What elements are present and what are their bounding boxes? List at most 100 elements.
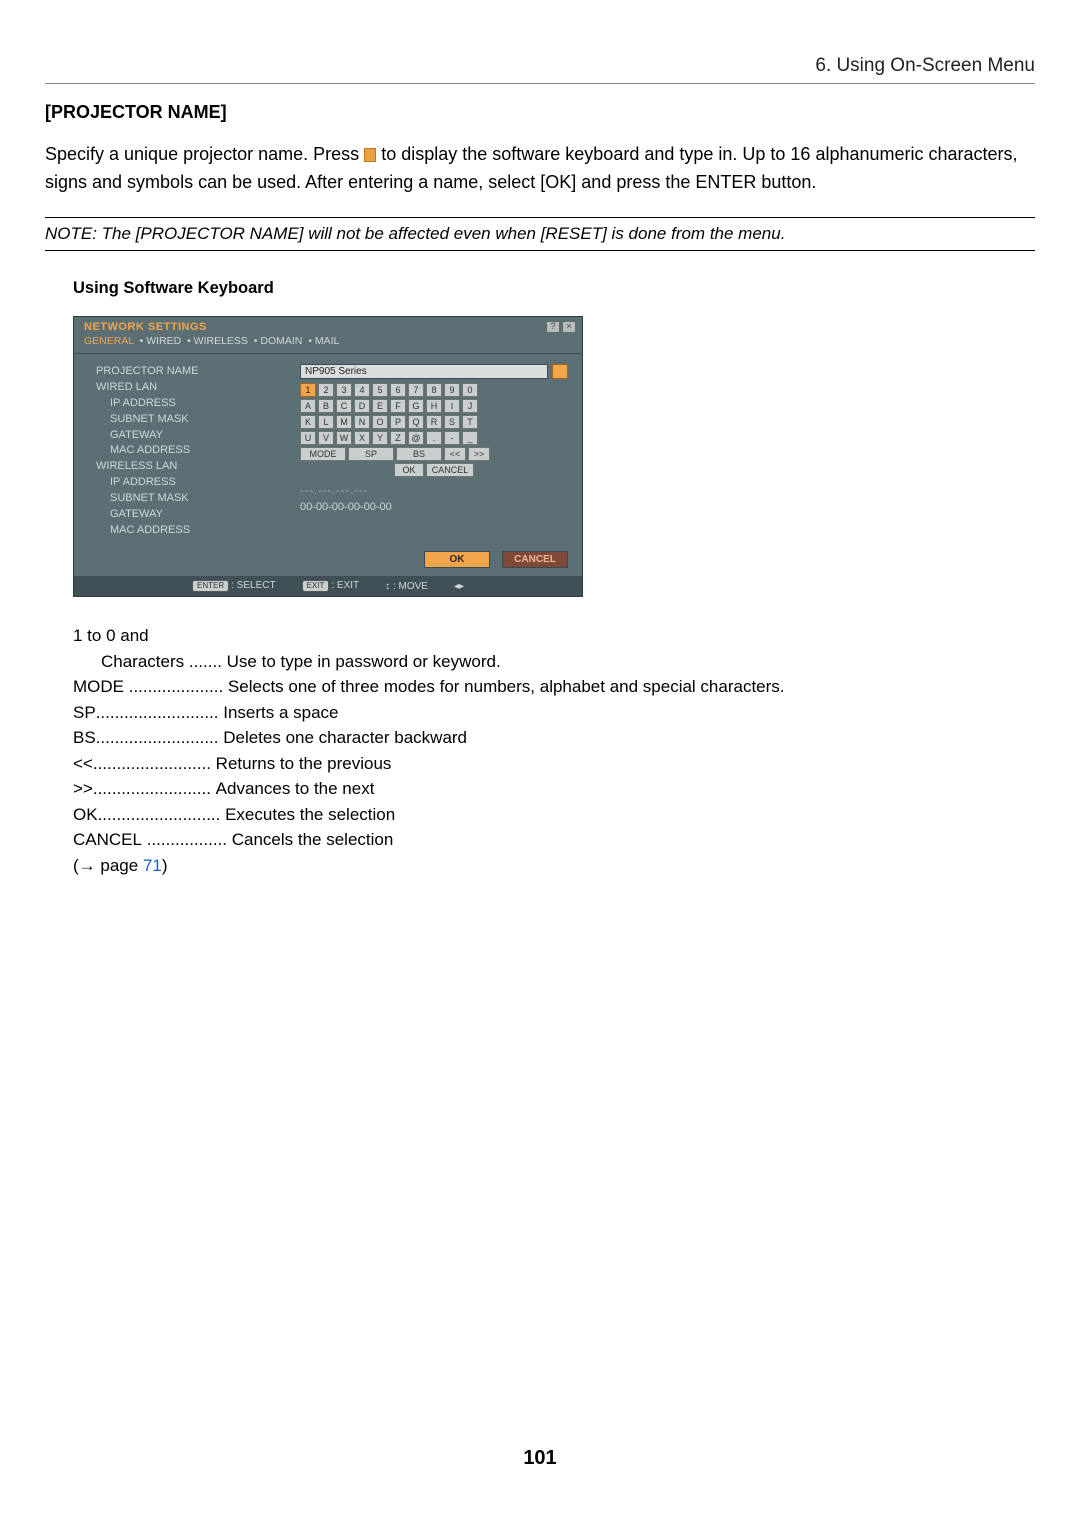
- definitions-list: 1 to 0 and Characters ....... Use to typ…: [73, 623, 1035, 878]
- key-s[interactable]: S: [444, 415, 460, 429]
- key-5[interactable]: 5: [372, 383, 388, 397]
- note-block: NOTE: The [PROJECTOR NAME] will not be a…: [45, 217, 1035, 251]
- subsection-title: Using Software Keyboard: [73, 279, 1035, 298]
- key-cancel[interactable]: CANCEL: [426, 463, 474, 477]
- key-g[interactable]: G: [408, 399, 424, 413]
- key-y[interactable]: Y: [372, 431, 388, 445]
- tab-mail[interactable]: MAIL: [315, 335, 340, 347]
- mac-value: 00-00-00-00-00-00: [300, 501, 568, 513]
- page-number: 101: [0, 1447, 1080, 1470]
- status-exit: : EXIT: [331, 580, 359, 591]
- def-sp-term: SP: [73, 700, 96, 726]
- key-1[interactable]: 1: [300, 383, 316, 397]
- key-p[interactable]: P: [390, 415, 406, 429]
- osd-tabs: GENERAL • WIRED • WIRELESS • DOMAIN • MA…: [74, 333, 582, 354]
- pageref-suffix: ): [162, 856, 168, 875]
- label-ip-address-2: IP ADDRESS: [96, 475, 296, 491]
- osd-left-labels: PROJECTOR NAME WIRED LAN IP ADDRESS SUBN…: [96, 364, 296, 539]
- def-cancel-desc: Cancels the selection: [232, 827, 394, 853]
- def-prev-desc: Returns to the previous: [216, 751, 392, 777]
- key-at[interactable]: @: [408, 431, 424, 445]
- def-ok-desc: Executes the selection: [225, 802, 395, 828]
- software-keyboard: 1 2 3 4 5 6 7 8 9 0 A: [300, 383, 568, 477]
- key-k[interactable]: K: [300, 415, 316, 429]
- def-dots: ....................: [124, 674, 228, 700]
- label-gateway-2: GATEWAY: [96, 507, 296, 523]
- key-c[interactable]: C: [336, 399, 352, 413]
- label-projector-name: PROJECTOR NAME: [96, 364, 296, 380]
- def-dots: ..........................: [98, 802, 226, 828]
- def-chars-term1: 1 to 0 and: [73, 623, 149, 649]
- key-prev[interactable]: <<: [444, 447, 466, 461]
- key-x[interactable]: X: [354, 431, 370, 445]
- key-r[interactable]: R: [426, 415, 442, 429]
- osd-screenshot: NETWORK SETTINGS ? × GENERAL • WIRED • W…: [73, 316, 583, 597]
- def-next-term: >>: [73, 776, 93, 802]
- tab-wireless[interactable]: WIRELESS: [194, 335, 248, 347]
- key-j[interactable]: J: [462, 399, 478, 413]
- key-z[interactable]: Z: [390, 431, 406, 445]
- key-b[interactable]: B: [318, 399, 334, 413]
- key-d[interactable]: D: [354, 399, 370, 413]
- label-wireless-lan: WIRELESS LAN: [96, 459, 296, 475]
- key-u[interactable]: U: [300, 431, 316, 445]
- def-dots: .........................: [93, 776, 216, 802]
- key-3[interactable]: 3: [336, 383, 352, 397]
- def-bs-desc: Deletes one character backward: [223, 725, 467, 751]
- pageref-link[interactable]: 71: [143, 856, 162, 875]
- key-l[interactable]: L: [318, 415, 334, 429]
- key-0[interactable]: 0: [462, 383, 478, 397]
- key-6[interactable]: 6: [390, 383, 406, 397]
- osd-ok-button[interactable]: OK: [424, 551, 490, 568]
- key-2[interactable]: 2: [318, 383, 334, 397]
- key-8[interactable]: 8: [426, 383, 442, 397]
- key-q[interactable]: Q: [408, 415, 424, 429]
- key-v[interactable]: V: [318, 431, 334, 445]
- close-icon[interactable]: ×: [562, 321, 576, 333]
- key-sp[interactable]: SP: [348, 447, 394, 461]
- section-title: [PROJECTOR NAME]: [45, 102, 1035, 123]
- enter-pill: ENTER: [192, 580, 229, 592]
- key-a[interactable]: A: [300, 399, 316, 413]
- def-dots: .................: [142, 827, 232, 853]
- keyboard-open-button[interactable]: [552, 364, 568, 379]
- key-dash[interactable]: -: [444, 431, 460, 445]
- key-f[interactable]: F: [390, 399, 406, 413]
- key-4[interactable]: 4: [354, 383, 370, 397]
- label-mac-address: MAC ADDRESS: [96, 443, 296, 459]
- tab-general[interactable]: GENERAL: [84, 335, 134, 347]
- status-select: : SELECT: [231, 580, 275, 591]
- label-mac-address-2: MAC ADDRESS: [96, 523, 296, 539]
- key-w[interactable]: W: [336, 431, 352, 445]
- label-gateway: GATEWAY: [96, 428, 296, 444]
- key-bs[interactable]: BS: [396, 447, 442, 461]
- key-e[interactable]: E: [372, 399, 388, 413]
- help-icon[interactable]: ?: [546, 321, 560, 333]
- key-n[interactable]: N: [354, 415, 370, 429]
- label-subnet-mask: SUBNET MASK: [96, 412, 296, 428]
- key-o[interactable]: O: [372, 415, 388, 429]
- projector-name-field[interactable]: NP905 Series: [300, 364, 548, 379]
- key-9[interactable]: 9: [444, 383, 460, 397]
- key-t[interactable]: T: [462, 415, 478, 429]
- def-chars-desc: Use to type in password or keyword.: [227, 649, 501, 675]
- tab-wired[interactable]: WIRED: [146, 335, 181, 347]
- key-mode[interactable]: MODE: [300, 447, 346, 461]
- def-dots: .......: [184, 649, 227, 675]
- key-next[interactable]: >>: [468, 447, 490, 461]
- status-move: : MOVE: [393, 581, 428, 592]
- def-dots: .........................: [93, 751, 216, 777]
- key-dot[interactable]: .: [426, 431, 442, 445]
- key-i[interactable]: I: [444, 399, 460, 413]
- key-underscore[interactable]: _: [462, 431, 478, 445]
- page-reference: (→ page 71): [73, 853, 1035, 879]
- key-7[interactable]: 7: [408, 383, 424, 397]
- osd-cancel-button[interactable]: CANCEL: [502, 551, 568, 568]
- tab-domain[interactable]: DOMAIN: [260, 335, 302, 347]
- def-next-desc: Advances to the next: [216, 776, 375, 802]
- blank-ip-display: ---.---.---.---: [300, 485, 568, 497]
- label-subnet-mask-2: SUBNET MASK: [96, 491, 296, 507]
- key-ok[interactable]: OK: [394, 463, 424, 477]
- key-m[interactable]: M: [336, 415, 352, 429]
- key-h[interactable]: H: [426, 399, 442, 413]
